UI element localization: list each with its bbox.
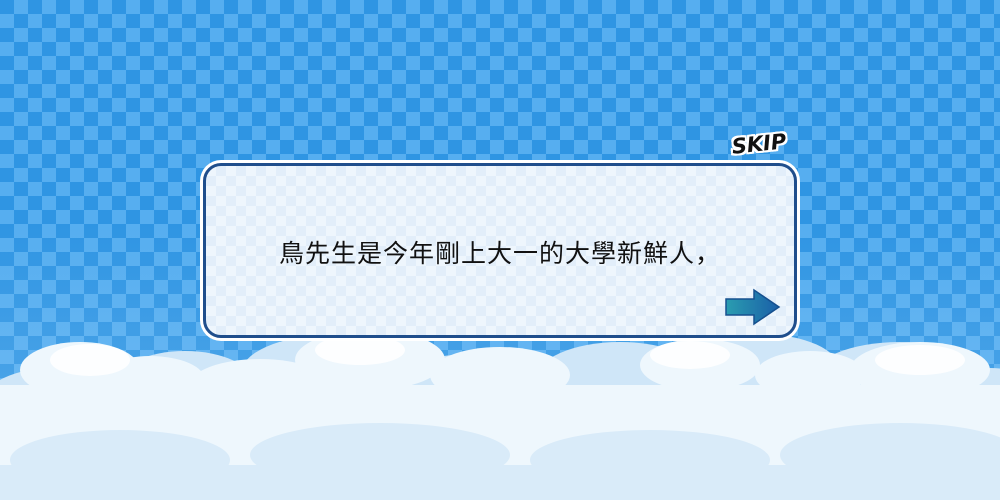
- dialog-box[interactable]: 鳥先生是今年剛上大一的大學新鮮人，: [203, 163, 797, 338]
- dialog-text: 鳥先生是今年剛上大一的大學新鮮人，: [278, 239, 721, 268]
- clouds-decoration: [0, 330, 1000, 500]
- right-arrow-icon[interactable]: [724, 288, 782, 326]
- game-scene: SKIP 鳥先生是今年剛上大一的大學新鮮人，: [0, 0, 1000, 500]
- skip-button[interactable]: SKIP: [730, 127, 788, 161]
- skip-label: SKIP: [730, 129, 788, 159]
